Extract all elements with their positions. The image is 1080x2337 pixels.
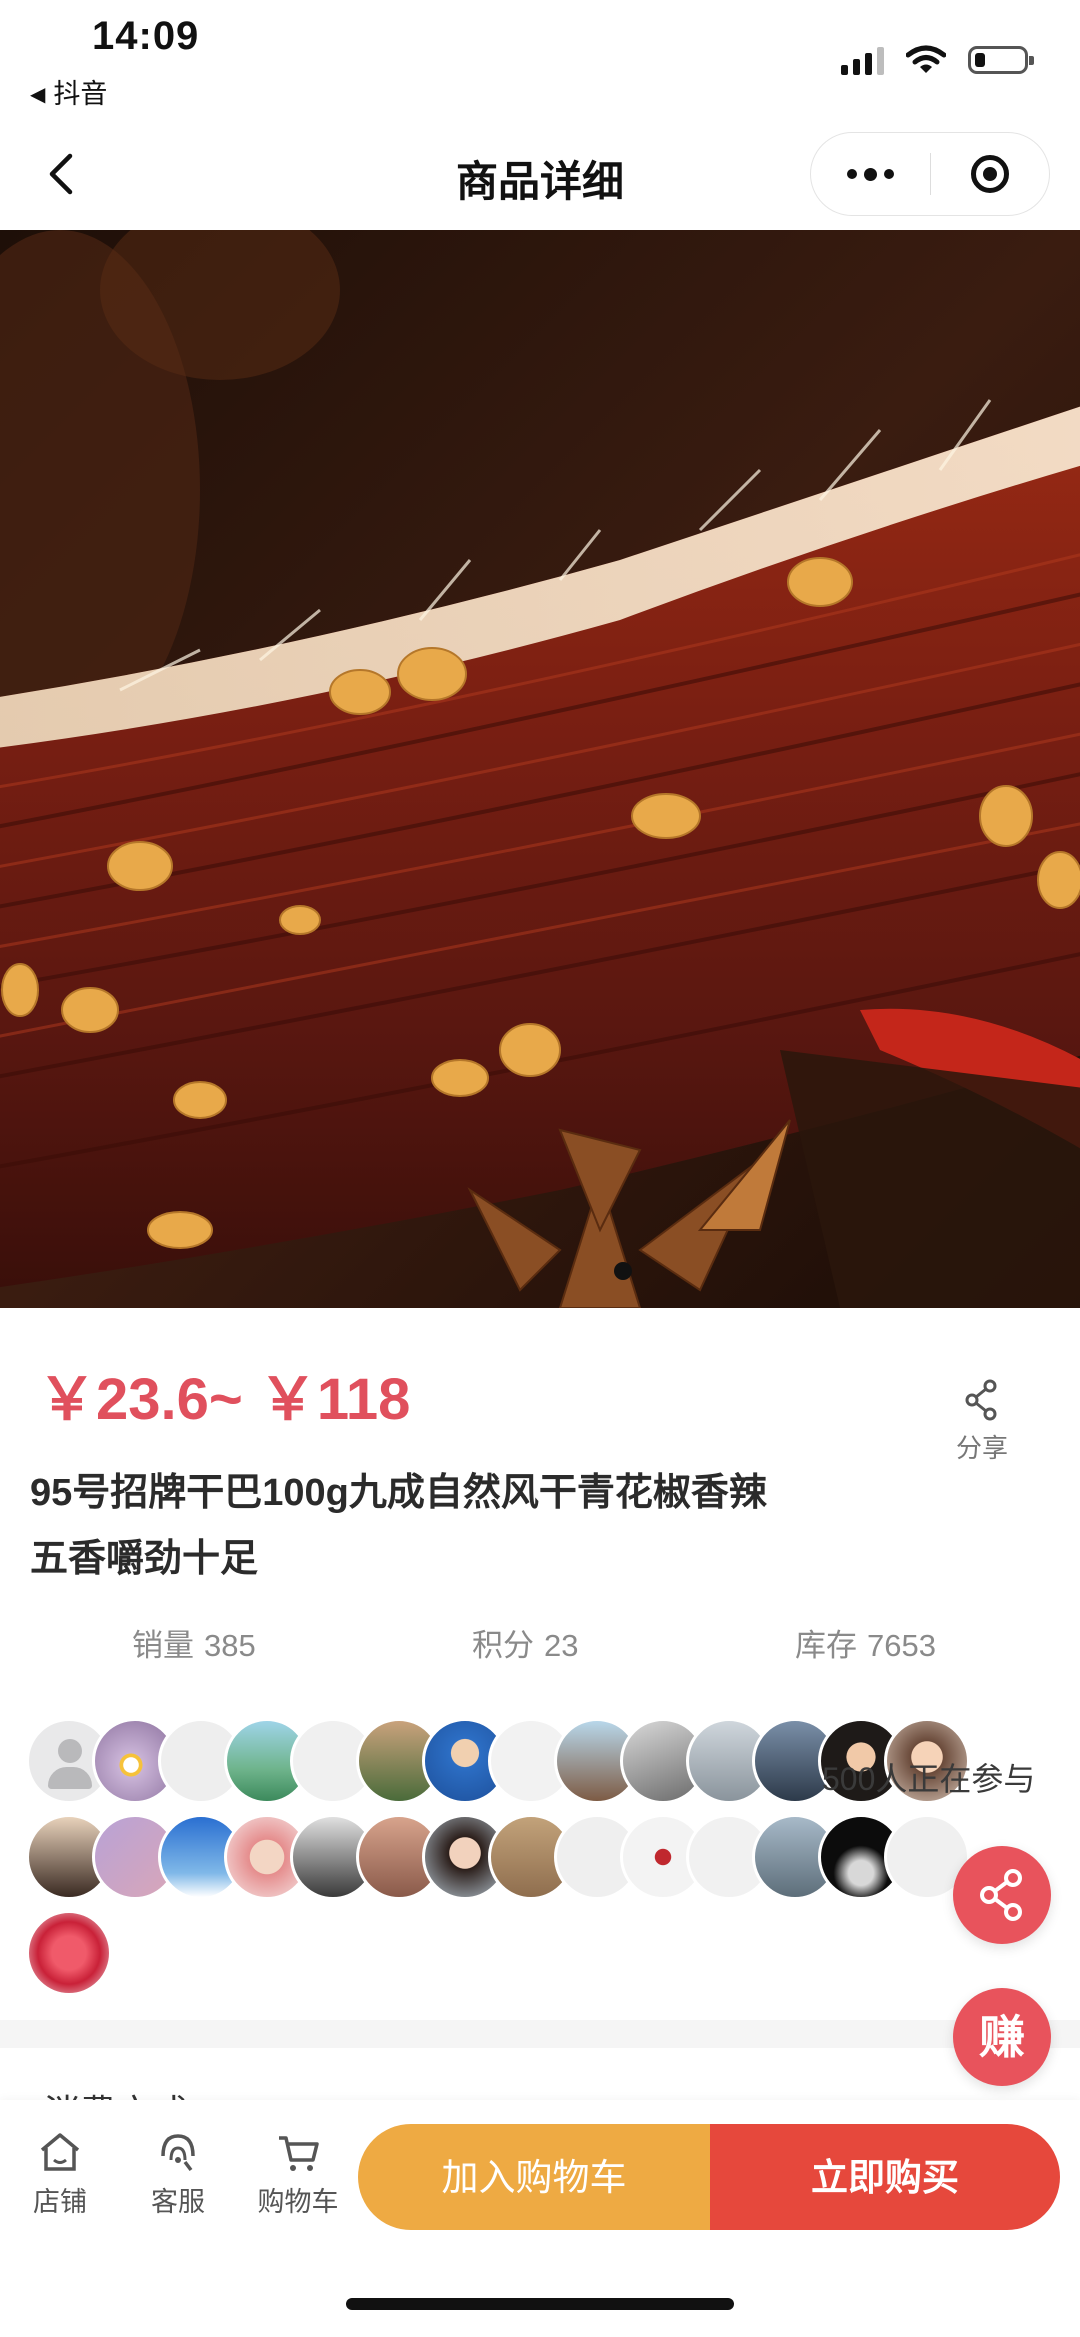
sales-value: 385 bbox=[204, 1628, 256, 1663]
product-image-carousel[interactable] bbox=[0, 230, 1080, 1308]
avatar bbox=[26, 1910, 112, 1996]
section-divider bbox=[0, 2020, 1080, 2048]
earn-button[interactable]: 赚 bbox=[953, 1988, 1051, 2086]
status-bar: 14:09 ◀ 抖音 bbox=[0, 0, 1080, 118]
product-title-line2: 五香嚼劲十足 bbox=[30, 1538, 259, 1580]
sales-stat: 销量 385 bbox=[132, 1620, 256, 1665]
cart-button[interactable]: 购物车 bbox=[248, 2130, 348, 2219]
headset-icon bbox=[161, 2134, 195, 2172]
target-close-icon bbox=[971, 155, 1009, 193]
stock-value: 7653 bbox=[867, 1628, 936, 1663]
back-triangle-icon: ◀ bbox=[30, 84, 46, 106]
back-to-app-link[interactable]: ◀ 抖音 bbox=[30, 72, 107, 111]
status-time: 14:09 bbox=[92, 14, 200, 58]
home-indicator[interactable] bbox=[346, 2298, 734, 2310]
customer-service-button[interactable]: 客服 bbox=[128, 2130, 228, 2219]
store-icon bbox=[40, 2133, 80, 2171]
store-button[interactable]: 店铺 bbox=[10, 2130, 110, 2219]
product-title: 95号招牌干巴100g九成自然风干青花椒香辣 五香嚼劲十足 bbox=[30, 1460, 910, 1592]
sales-label: 销量 bbox=[132, 1628, 194, 1663]
wifi-icon bbox=[906, 45, 946, 73]
stock-stat: 库存 7653 bbox=[795, 1620, 936, 1665]
product-stats: 销量 385 积分 23 库存 7653 bbox=[0, 1620, 1080, 1670]
nav-bar: 商品详细 bbox=[0, 118, 1080, 230]
cart-icon bbox=[279, 2136, 319, 2171]
more-button[interactable] bbox=[811, 133, 930, 215]
price-range: ￥23.6~ ￥118 bbox=[38, 1367, 411, 1432]
battery-icon bbox=[968, 46, 1034, 74]
product-title-line1: 95号招牌干巴100g九成自然风干青花椒香辣 bbox=[30, 1472, 767, 1514]
more-dots-icon bbox=[847, 169, 857, 179]
share-icon bbox=[965, 1379, 997, 1421]
points-label: 积分 bbox=[472, 1628, 534, 1663]
back-app-label: 抖音 bbox=[53, 79, 108, 109]
cellular-signal-icon bbox=[841, 45, 884, 75]
store-label: 店铺 bbox=[33, 2187, 87, 2217]
share-label: 分享 bbox=[955, 1433, 1008, 1463]
product-photo bbox=[0, 230, 1080, 1308]
stock-label: 库存 bbox=[795, 1628, 857, 1663]
floating-share-button[interactable] bbox=[953, 1846, 1051, 1944]
share-button[interactable]: 分享 bbox=[940, 1378, 1024, 1465]
share-icon bbox=[980, 1869, 1022, 1921]
points-stat: 积分 23 bbox=[472, 1620, 578, 1665]
product-detail-screen: 14:09 ◀ 抖音 商品详细 ￥23.6~ ￥118 分享 95号招牌干巴10… bbox=[0, 0, 1080, 2337]
close-mini-program-button[interactable] bbox=[931, 133, 1049, 215]
cart-label: 购物车 bbox=[257, 2187, 339, 2217]
carousel-indicator bbox=[614, 1262, 632, 1280]
buy-now-button[interactable]: 立即购买 bbox=[710, 2124, 1060, 2230]
participating-count: 500人正在参与 bbox=[822, 1761, 1036, 1797]
points-value: 23 bbox=[544, 1628, 579, 1663]
mini-program-capsule bbox=[810, 132, 1050, 216]
add-to-cart-button[interactable]: 加入购物车 bbox=[358, 2124, 710, 2230]
status-icons bbox=[841, 40, 1034, 80]
customer-service-label: 客服 bbox=[151, 2187, 205, 2217]
